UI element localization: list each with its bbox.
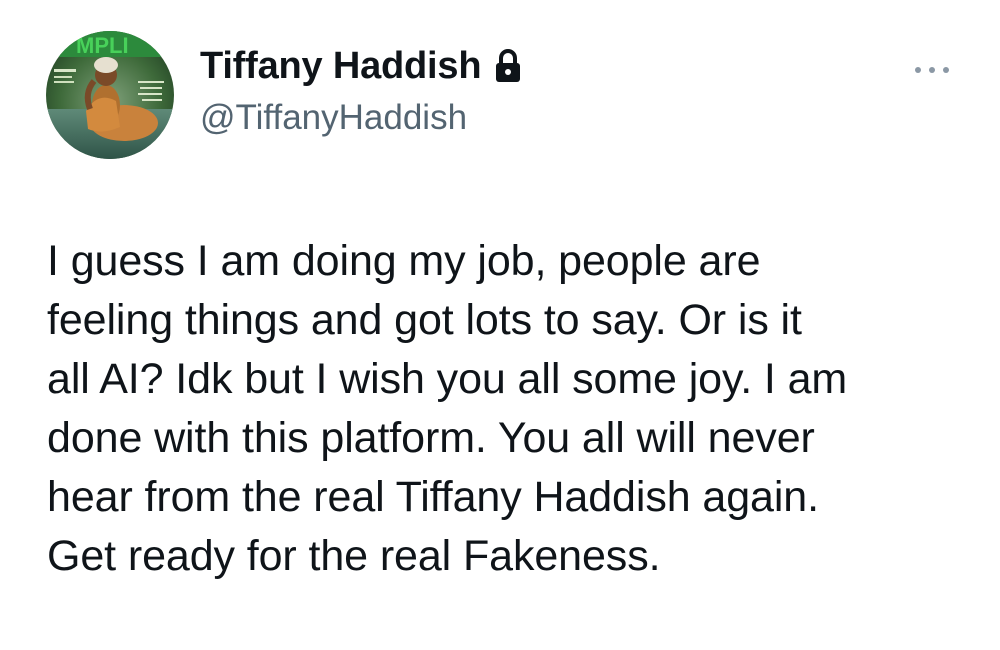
author-display-name[interactable]: Tiffany Haddish <box>200 45 482 88</box>
more-options-icon <box>915 67 949 73</box>
author-handle[interactable]: @TiffanyHaddish <box>200 98 523 138</box>
avatar-image: MPLI <box>46 31 174 159</box>
author-avatar[interactable]: MPLI <box>46 31 174 159</box>
tweet-text: I guess I am doing my job, people are fe… <box>47 237 848 580</box>
lock-icon <box>493 48 523 84</box>
author-name-row: Tiffany Haddish <box>200 40 523 92</box>
more-options-button[interactable] <box>908 52 956 88</box>
author-identity: Tiffany Haddish @TiffanyHaddish <box>200 40 523 138</box>
svg-text:MPLI: MPLI <box>76 33 129 58</box>
tweet-card: MPLI Tiffany Haddish @TiffanyHaddish I g… <box>0 0 1000 650</box>
